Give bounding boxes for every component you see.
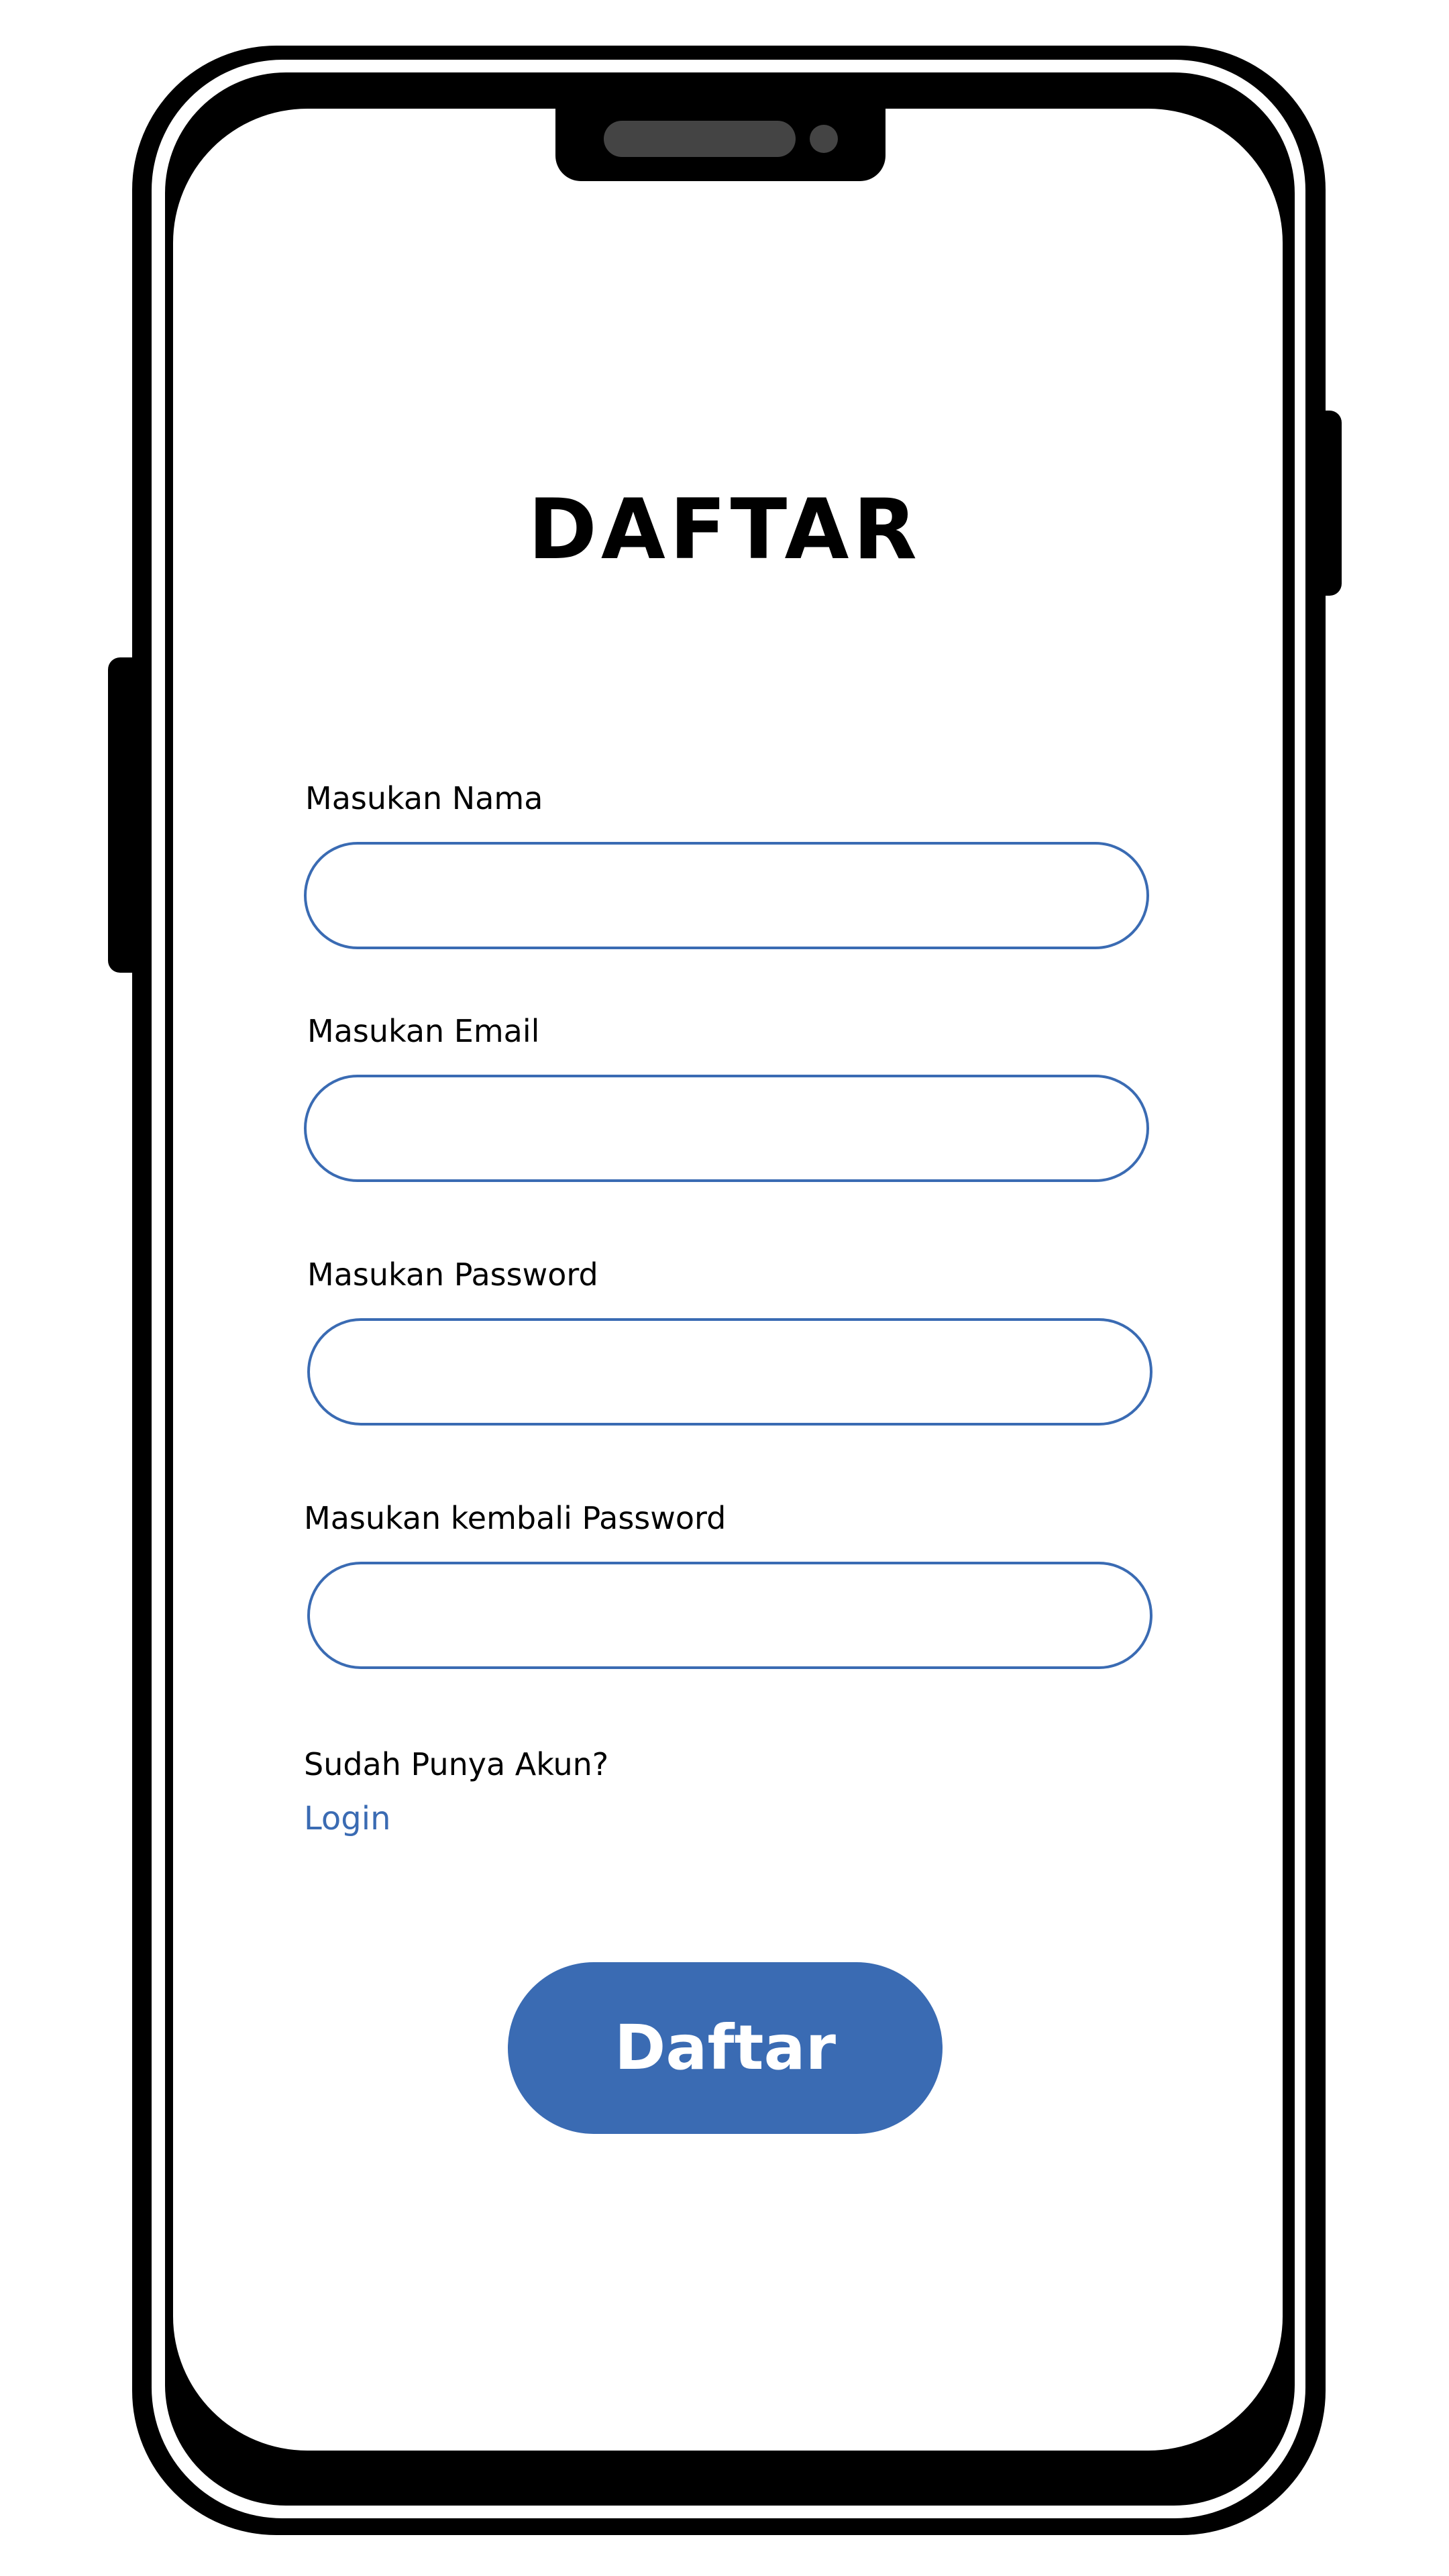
name-input[interactable] [304,842,1149,949]
password-label: Masukan Password [307,1256,598,1293]
email-input[interactable] [304,1075,1149,1182]
name-label: Masukan Nama [305,780,543,816]
speaker-grille [604,121,796,157]
login-prompt: Sudah Punya Akun? [304,1746,609,1782]
login-link[interactable]: Login [304,1798,391,1839]
register-button[interactable]: Daftar [508,1962,943,2134]
password-input[interactable] [307,1318,1152,1426]
app-stage: DAFTAR Masukan Nama Masukan Email Masuka… [0,0,1449,2576]
front-camera-icon [810,125,838,153]
email-label: Masukan Email [307,1013,540,1049]
confirm-password-input[interactable] [307,1562,1152,1669]
page-title: DAFTAR [527,482,921,578]
confirm-password-label: Masukan kembali Password [304,1500,727,1536]
